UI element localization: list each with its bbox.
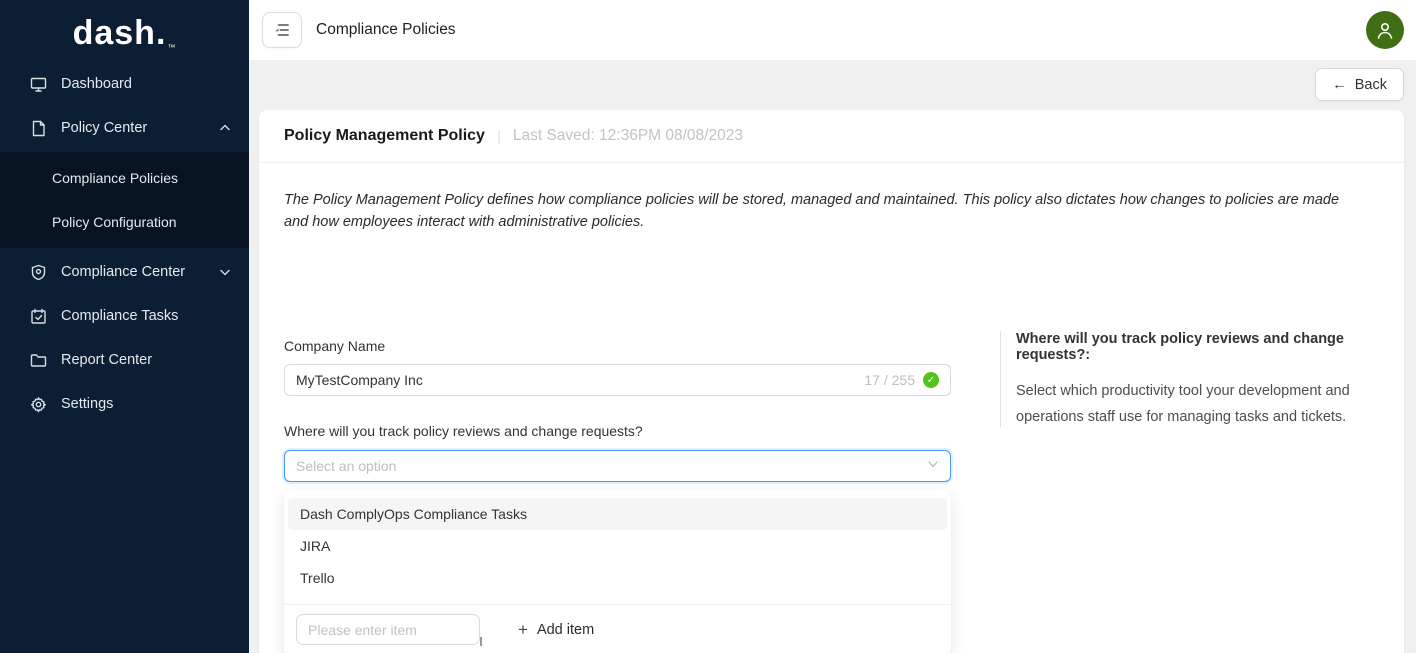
sidebar-item-label: Dashboard (61, 76, 132, 92)
policy-title: Policy Management Policy (284, 127, 485, 145)
menu-fold-icon (274, 23, 290, 37)
company-name-input[interactable] (296, 372, 864, 388)
sidebar-item-settings[interactable]: Settings (0, 382, 249, 426)
sidebar-item-compliance-center[interactable]: Compliance Center (0, 250, 249, 294)
last-saved-timestamp: Last Saved: 12:36PM 08/08/2023 (513, 127, 743, 145)
sidebar-item-label: Policy Center (61, 120, 147, 136)
dropdown-options: Dash ComplyOps Compliance Tasks JIRA Tre… (284, 494, 951, 598)
company-name-field: 17 / 255 ✓ (284, 364, 951, 396)
company-name-label: Company Name (284, 338, 385, 354)
title-separator: | (497, 128, 501, 145)
sidebar-item-policy-center[interactable]: Policy Center (0, 106, 249, 150)
calendar-check-icon (30, 308, 47, 325)
tracking-dropdown-panel: Dash ComplyOps Compliance Tasks JIRA Tre… (284, 490, 951, 653)
user-avatar[interactable] (1366, 11, 1404, 49)
add-item-input[interactable] (296, 614, 480, 645)
shield-icon (30, 264, 47, 281)
dropdown-option-trello[interactable]: Trello (288, 562, 947, 594)
page-title: Compliance Policies (316, 21, 456, 39)
back-button[interactable]: ← Back (1315, 68, 1404, 101)
tracking-question-label: Where will you track policy reviews and … (284, 423, 643, 439)
policy-description: The Policy Management Policy defines how… (284, 189, 1354, 233)
add-item-button[interactable]: + Add item (518, 621, 594, 638)
dropdown-option-dash-complyops[interactable]: Dash ComplyOps Compliance Tasks (288, 498, 947, 530)
help-panel: Where will you track policy reviews and … (1016, 331, 1406, 430)
option-label: Dash ComplyOps Compliance Tasks (300, 506, 527, 522)
help-panel-heading: Where will you track policy reviews and … (1016, 331, 1406, 363)
policy-card-body: The Policy Management Policy defines how… (259, 163, 1404, 653)
sidebar-item-label: Compliance Center (61, 264, 185, 280)
help-panel-body: Select which productivity tool your deve… (1016, 378, 1406, 430)
app-logo: dash.™ (0, 0, 249, 62)
sidebar-nav: Dashboard Policy Center Compliance Polic… (0, 62, 249, 426)
valid-check-icon: ✓ (923, 372, 939, 388)
policy-card: Policy Management Policy | Last Saved: 1… (259, 110, 1404, 653)
document-icon (30, 120, 47, 137)
tracking-select[interactable]: Select an option (284, 450, 951, 482)
policy-center-submenu: Compliance Policies Policy Configuration (0, 152, 249, 248)
back-button-label: Back (1355, 77, 1387, 93)
app-logo-text: dash. (73, 14, 167, 53)
sidebar-item-report-center[interactable]: Report Center (0, 338, 249, 382)
hidden-element-edge (480, 637, 482, 646)
sidebar-item-label: Policy Configuration (52, 214, 177, 230)
chevron-up-icon (219, 122, 231, 134)
dropdown-footer: + Add item (284, 605, 951, 653)
monitor-icon (30, 76, 47, 93)
sidebar-item-policy-configuration[interactable]: Policy Configuration (0, 200, 249, 244)
sidebar-item-label: Settings (61, 396, 113, 412)
sidebar-item-label: Compliance Policies (52, 170, 178, 186)
sidebar-item-label: Compliance Tasks (61, 308, 178, 324)
trademark-mark: ™ (167, 43, 176, 52)
topbar: Compliance Policies (249, 0, 1416, 60)
sidebar-item-compliance-policies[interactable]: Compliance Policies (0, 156, 249, 200)
gear-icon (30, 396, 47, 413)
dropdown-option-jira[interactable]: JIRA (288, 530, 947, 562)
user-icon (1374, 19, 1396, 41)
sidebar-item-dashboard[interactable]: Dashboard (0, 62, 249, 106)
main-content: ← Back Policy Management Policy | Last S… (249, 60, 1416, 653)
option-label: Trello (300, 570, 335, 586)
chevron-down-icon (219, 266, 231, 278)
sidebar: dash.™ Dashboard Policy Center Complianc… (0, 0, 249, 653)
chevron-down-icon (927, 457, 939, 475)
policy-card-header: Policy Management Policy | Last Saved: 1… (259, 110, 1404, 163)
add-item-label: Add item (537, 622, 594, 638)
select-placeholder: Select an option (296, 458, 927, 474)
plus-icon: + (518, 621, 528, 638)
help-panel-divider (1000, 331, 1001, 427)
sidebar-item-label: Report Center (61, 352, 152, 368)
menu-fold-button[interactable] (262, 12, 302, 48)
sidebar-item-compliance-tasks[interactable]: Compliance Tasks (0, 294, 249, 338)
arrow-left-icon: ← (1332, 77, 1347, 93)
char-counter: 17 / 255 (864, 372, 915, 388)
option-label: JIRA (300, 538, 330, 554)
folder-icon (30, 352, 47, 369)
